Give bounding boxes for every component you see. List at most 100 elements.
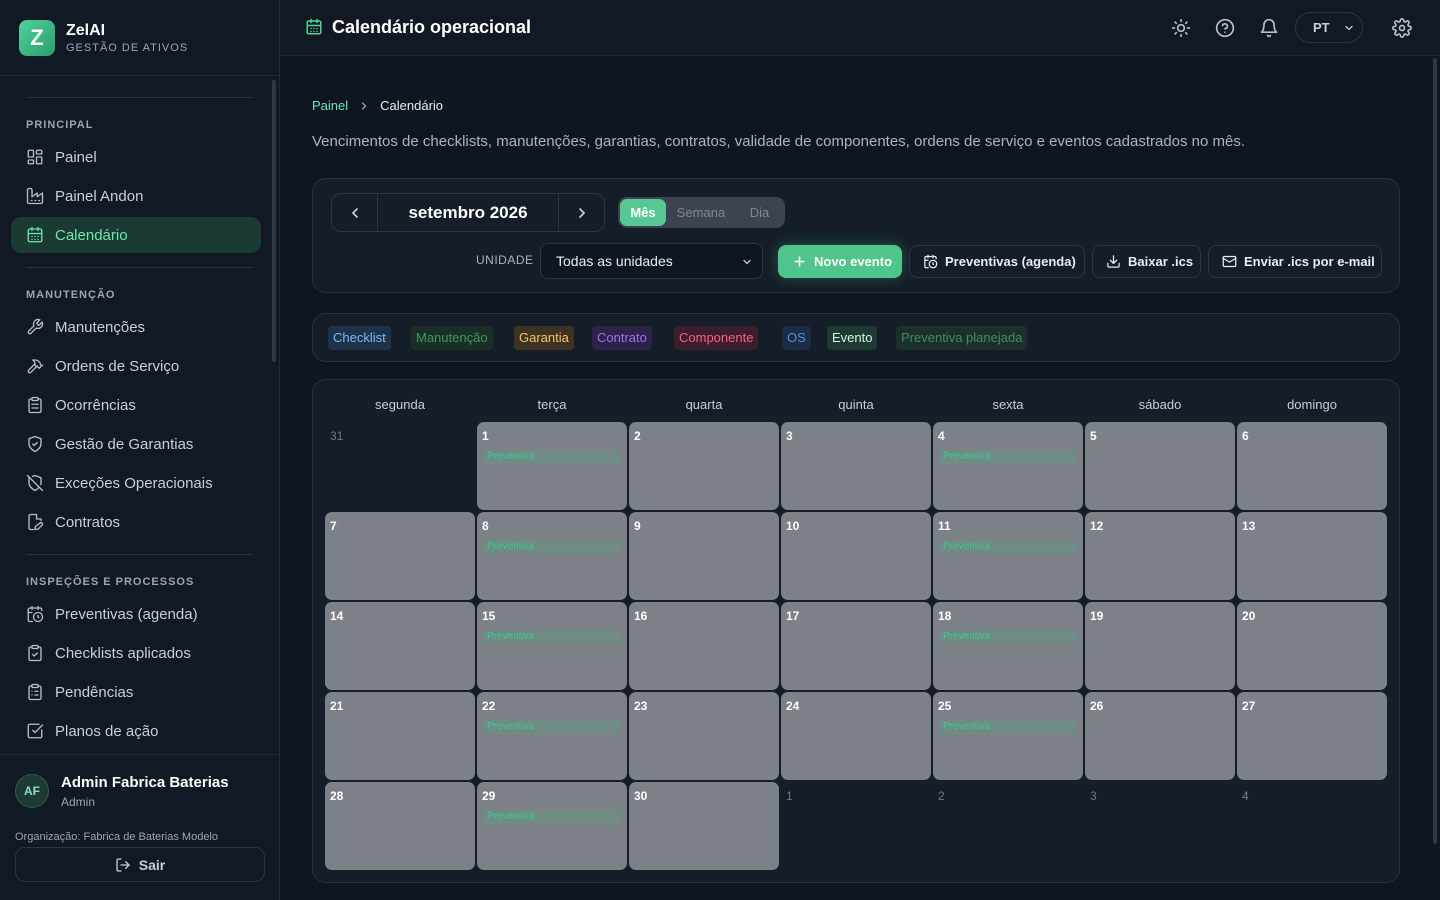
nav-divider [26,554,253,555]
calendar-day-cell[interactable]: 1 Preventiva [477,422,627,510]
shield-check-icon [28,435,42,453]
legend-chip[interactable]: OS [782,326,811,350]
calendar-day-cell[interactable]: 9 [629,512,779,600]
legend-chip[interactable]: Preventiva planejada [896,326,1028,350]
unit-select[interactable]: Todas as unidades [540,243,763,279]
calendar-day-cell[interactable]: 30 [629,782,779,870]
calendar-day-cell[interactable]: 25 Preventiva [933,692,1083,780]
day-number: 20 [1242,609,1256,623]
sidebar-item-pendencias[interactable]: Pendências [11,674,261,710]
sidebar-item-calendario[interactable]: Calendário [11,217,261,253]
sidebar-item-preventivas-agenda[interactable]: Preventivas (agenda) [11,596,261,632]
sidebar-item-painel[interactable]: Painel [11,139,261,175]
calendar-day-cell[interactable]: 2 [629,422,779,510]
email-ics-button[interactable]: Enviar .ics por e-mail [1208,245,1382,278]
day-number: 1 [786,789,793,803]
calendar-day-cell[interactable]: 24 [781,692,931,780]
calendar-day-cell[interactable]: 17 [781,602,931,690]
calendar-day-cell[interactable]: 7 [325,512,475,600]
email-ics-label: Enviar .ics por e-mail [1244,254,1375,269]
breadcrumb-link-painel[interactable]: Painel [312,98,348,113]
dashboard-icon [27,149,43,165]
calendar-day-cell[interactable]: 26 [1085,692,1235,780]
view-day-button[interactable]: Dia [736,199,783,226]
preventive-event[interactable]: Preventiva [939,450,1077,464]
day-number: 22 [482,699,496,713]
preventive-event[interactable]: Preventiva [939,720,1077,734]
download-ics-button[interactable]: Baixar .ics [1092,245,1201,278]
calendar-day-cell[interactable]: 29 Preventiva [477,782,627,870]
help-icon[interactable] [1215,18,1235,38]
calendar-day-cell[interactable]: 5 [1085,422,1235,510]
calendar-day-cell[interactable]: 23 [629,692,779,780]
sidebar-item-manutencoes[interactable]: Manutenções [11,309,261,345]
legend-chip[interactable]: Evento [827,326,878,350]
calendar-day-cell[interactable]: 28 [325,782,475,870]
day-number: 7 [330,519,337,533]
gear-icon[interactable] [1392,18,1412,38]
nav-section-title: MANUTENÇÃO [26,289,116,301]
calendar-day-cell[interactable]: 19 [1085,602,1235,690]
view-week-button[interactable]: Semana [666,199,736,226]
preventive-event[interactable]: Preventiva [483,540,621,554]
calendar-day-cell[interactable]: 8 Preventiva [477,512,627,600]
user-name: Admin Fabrica Baterias [61,774,229,791]
calendar-day-cell[interactable]: 27 [1237,692,1387,780]
avatar[interactable]: AF [15,774,49,808]
calendar-day-cell[interactable]: 10 [781,512,931,600]
sidebar-item-checklists-aplicados[interactable]: Checklists aplicados [11,635,261,671]
calendar-day-cell[interactable]: 18 Preventiva [933,602,1083,690]
calendar-day-cell[interactable]: 4 Preventiva [933,422,1083,510]
legend-chip[interactable]: Manutenção [411,326,493,350]
day-number: 14 [330,609,344,623]
calendar-day-cell[interactable]: 14 [325,602,475,690]
sidebar: Z ZelAI GESTÃO DE ATIVOS PRINCIPAL Paine… [0,0,280,900]
calendar-day-cell[interactable]: 3 [781,422,931,510]
view-month-button[interactable]: Mês [620,199,666,226]
preventive-event[interactable]: Preventiva [483,810,621,824]
language-value: PT [1313,20,1330,35]
brand[interactable]: Z ZelAI GESTÃO DE ATIVOS [0,0,279,76]
logout-label: Sair [138,856,166,873]
legend-chip[interactable]: Componente [674,326,759,350]
calendar-day-cell[interactable]: 13 [1237,512,1387,600]
prev-month-button[interactable] [332,194,377,231]
sidebar-item-contratos[interactable]: Contratos [11,504,261,540]
sidebar-item-painel-andon[interactable]: Painel Andon [11,178,261,214]
next-month-button[interactable] [559,194,604,231]
calendar-day-cell[interactable]: 21 [325,692,475,780]
language-select[interactable]: PT [1295,12,1363,43]
legend-chip[interactable]: Contrato [592,326,652,350]
preventive-event[interactable]: Preventiva [939,540,1077,554]
sidebar-item-ocorrencias[interactable]: Ocorrências [11,387,261,423]
calendar-day-cell[interactable]: 11 Preventiva [933,512,1083,600]
preventive-event[interactable]: Preventiva [939,630,1077,644]
calendar-day-cell[interactable]: 22 Preventiva [477,692,627,780]
legend-chip[interactable]: Checklist [328,326,391,350]
day-number: 4 [938,429,945,443]
preventive-event[interactable]: Preventiva [483,720,621,734]
main-scrollbar[interactable] [1433,58,1437,844]
bell-icon[interactable] [1259,18,1279,38]
sidebar-item-gestao-de-garantias[interactable]: Gestão de Garantias [11,426,261,462]
brand-subtitle: GESTÃO DE ATIVOS [66,41,189,54]
preventive-event[interactable]: Preventiva [483,630,621,644]
preventive-agenda-button[interactable]: Preventivas (agenda) [909,245,1085,278]
calendar-day-cell[interactable]: 15 Preventiva [477,602,627,690]
calendar-day-cell[interactable]: 6 [1237,422,1387,510]
calendar-day-cell[interactable]: 16 [629,602,779,690]
calendar-day-cell[interactable]: 12 [1085,512,1235,600]
day-number: 3 [786,429,793,443]
sidebar-item-excecoes-operacionais[interactable]: Exceções Operacionais [11,465,261,501]
legend-chip[interactable]: Garantia [514,326,574,350]
calendar-day-cell: 2 [933,782,1083,870]
preventive-event[interactable]: Preventiva [483,450,621,464]
calendar-day-cell[interactable]: 20 [1237,602,1387,690]
sidebar-item-planos-de-acao[interactable]: Planos de ação [11,713,261,749]
sun-icon[interactable] [1171,18,1191,38]
sidebar-item-ordens-de-servico[interactable]: Ordens de Serviço [11,348,261,384]
new-event-button[interactable]: Novo evento [778,245,902,278]
sidebar-scrollbar[interactable] [272,80,276,362]
logout-button[interactable]: Sair [15,847,265,882]
day-number: 4 [1242,789,1249,803]
